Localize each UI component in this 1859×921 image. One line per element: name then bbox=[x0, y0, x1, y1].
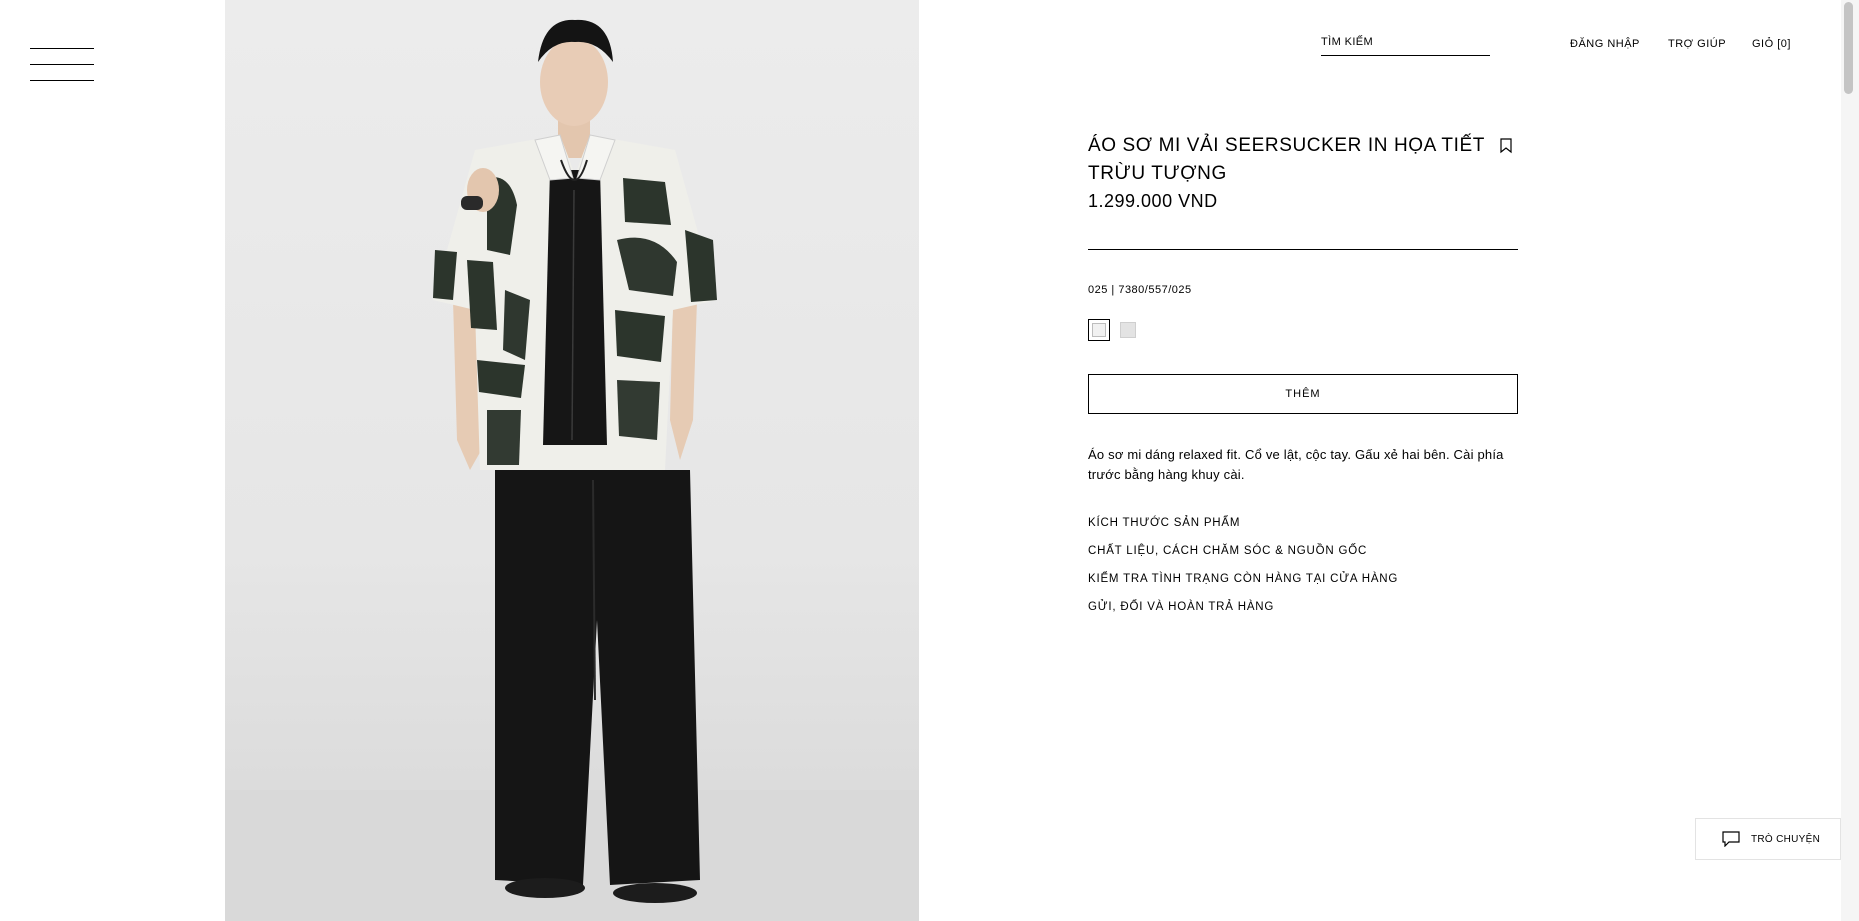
product-image[interactable] bbox=[225, 0, 919, 921]
product-info-links: KÍCH THƯỚC SẢN PHẨM CHẤT LIỆU, CÁCH CHĂM… bbox=[1088, 517, 1398, 629]
divider bbox=[1088, 249, 1518, 250]
model-illustration bbox=[433, 19, 717, 903]
add-to-cart-button[interactable]: THÊM bbox=[1088, 374, 1518, 414]
scrollbar-thumb[interactable] bbox=[1844, 2, 1853, 94]
menu-line bbox=[30, 48, 94, 49]
info-link-store-availability[interactable]: KIỂM TRA TÌNH TRẠNG CÒN HÀNG TẠI CỬA HÀN… bbox=[1088, 573, 1398, 601]
login-link[interactable]: ĐĂNG NHẬP bbox=[1570, 38, 1640, 50]
swatch-fill bbox=[1092, 323, 1106, 337]
chat-label: TRÒ CHUYỆN bbox=[1751, 833, 1821, 845]
chat-bubble-icon bbox=[1722, 831, 1740, 847]
bookmark-icon[interactable] bbox=[1500, 138, 1512, 154]
scrollbar-track[interactable] bbox=[1841, 0, 1859, 921]
info-link-materials[interactable]: CHẤT LIỆU, CÁCH CHĂM SÓC & NGUỒN GỐC bbox=[1088, 545, 1398, 573]
product-description: Áo sơ mi dáng relaxed fit. Cổ ve lật, cộ… bbox=[1088, 447, 1504, 482]
search-input[interactable]: TÌM KIẾM bbox=[1321, 36, 1490, 56]
product-reference: 025 | 7380/557/025 bbox=[1088, 284, 1192, 296]
chat-button[interactable]: TRÒ CHUYỆN bbox=[1695, 818, 1841, 860]
info-link-size[interactable]: KÍCH THƯỚC SẢN PHẨM bbox=[1088, 517, 1398, 545]
help-link[interactable]: TRỢ GIÚP bbox=[1668, 38, 1726, 50]
cart-link[interactable]: GIỎ [0] bbox=[1752, 38, 1791, 50]
color-swatch[interactable] bbox=[1120, 322, 1136, 338]
hamburger-menu-icon[interactable] bbox=[30, 47, 94, 83]
product-title: ÁO SƠ MI VẢI SEERSUCKER IN HỌA TIẾT TRỪU… bbox=[1088, 135, 1485, 184]
info-link-shipping-returns[interactable]: GỬI, ĐỔI VÀ HOÀN TRẢ HÀNG bbox=[1088, 601, 1398, 629]
menu-line bbox=[30, 64, 94, 65]
menu-line bbox=[30, 80, 94, 81]
color-swatch-selected[interactable] bbox=[1088, 319, 1110, 341]
product-price: 1.299.000 VND bbox=[1088, 191, 1218, 211]
